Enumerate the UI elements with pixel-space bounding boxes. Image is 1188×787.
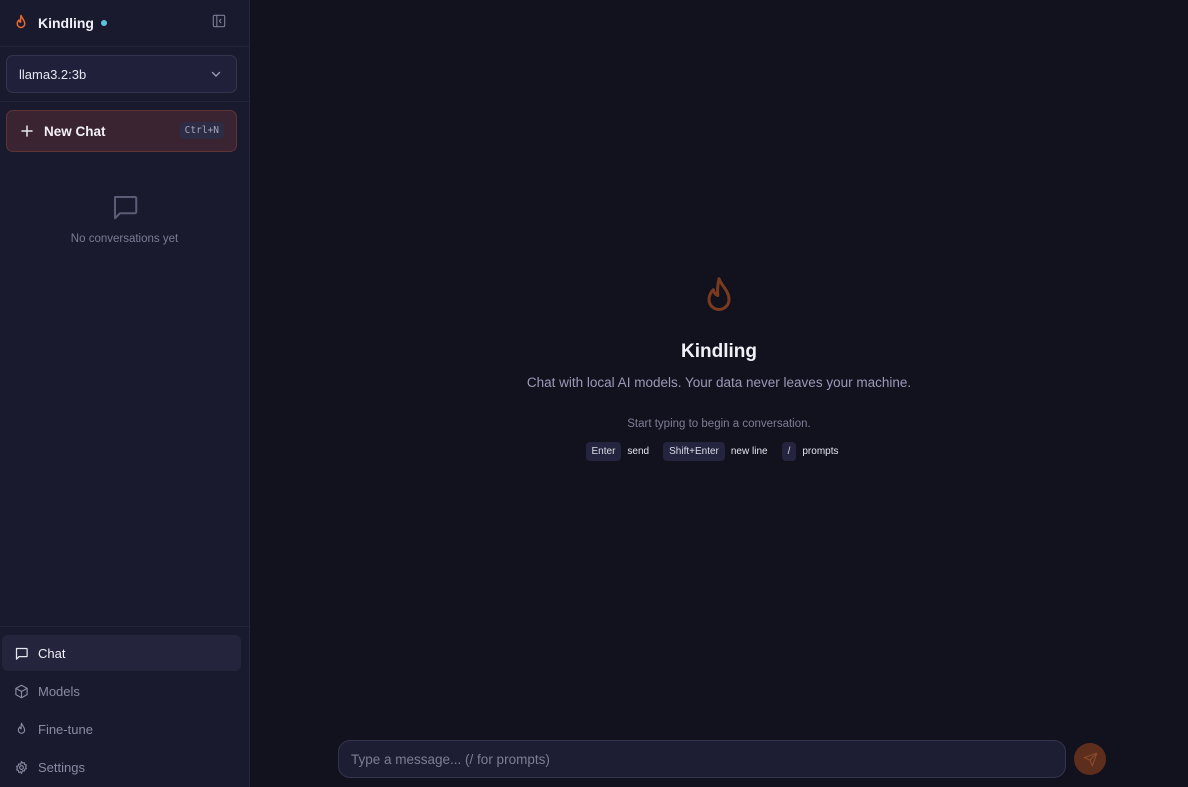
nav-item-models[interactable]: Models xyxy=(2,673,241,709)
sidebar-header: Kindling xyxy=(0,0,249,47)
chevron-down-icon xyxy=(210,68,222,80)
shortcut-key: Shift+Enter xyxy=(663,442,725,461)
message-input[interactable] xyxy=(351,751,1053,767)
shortcut-label: new line xyxy=(730,446,768,457)
welcome-hint: Start typing to begin a conversation. xyxy=(627,418,811,430)
sidebar: Kindling llama3.2:3b New Chat Ctrl+N No … xyxy=(0,0,250,787)
nav-item-fine-tune[interactable]: Fine-tune xyxy=(2,711,241,747)
nav-item-settings[interactable]: Settings xyxy=(2,749,241,785)
gear-icon xyxy=(14,760,29,775)
nav-item-chat[interactable]: Chat xyxy=(2,635,241,671)
model-selector-value: llama3.2:3b xyxy=(19,66,87,82)
empty-conversations-text: No conversations yet xyxy=(70,233,179,245)
app-name: Kindling xyxy=(38,15,94,31)
collapse-sidebar-icon[interactable] xyxy=(211,13,227,29)
new-chat-button[interactable]: New Chat Ctrl+N xyxy=(6,110,237,152)
shortcut-label: prompts xyxy=(802,446,839,457)
model-selector[interactable]: llama3.2:3b xyxy=(6,55,237,93)
flame-hero-icon xyxy=(699,275,739,319)
welcome-subtitle: Chat with local AI models. Your data nev… xyxy=(526,375,912,390)
shortcut-key: / xyxy=(781,442,797,461)
welcome-title: Kindling xyxy=(681,341,757,362)
cube-icon xyxy=(14,684,29,699)
flame-icon xyxy=(14,722,29,737)
message-square-icon xyxy=(110,192,140,222)
keyboard-shortcuts: Enter send Shift+Enter new line / prompt… xyxy=(585,442,853,461)
message-square-icon xyxy=(14,646,29,661)
plus-icon xyxy=(20,124,34,138)
message-composer xyxy=(338,740,1066,778)
welcome-panel: Kindling Chat with local AI models. Your… xyxy=(250,275,1188,461)
nav-label-models: Models xyxy=(38,683,80,699)
sidebar-nav: Chat Models Fine-tune Settings xyxy=(0,626,249,787)
model-selector-section: llama3.2:3b xyxy=(0,47,249,102)
flame-logo-icon xyxy=(12,14,30,32)
conversation-list-empty: No conversations yet xyxy=(0,192,249,245)
send-button[interactable] xyxy=(1074,743,1106,775)
nav-label-fine-tune: Fine-tune xyxy=(38,721,93,737)
nav-label-settings: Settings xyxy=(38,759,85,775)
new-chat-shortcut: Ctrl+N xyxy=(179,122,224,139)
new-chat-label: New Chat xyxy=(44,123,106,139)
app-window: Kindling llama3.2:3b New Chat Ctrl+N No … xyxy=(0,0,1188,787)
chat-main: Kindling Chat with local AI models. Your… xyxy=(250,0,1188,787)
nav-label-chat: Chat xyxy=(38,645,66,661)
connection-status-dot xyxy=(101,19,107,26)
send-icon xyxy=(1083,752,1098,767)
shortcut-key: Enter xyxy=(585,442,622,461)
shortcut-label: send xyxy=(627,446,650,457)
new-chat-section: New Chat Ctrl+N xyxy=(0,102,249,152)
